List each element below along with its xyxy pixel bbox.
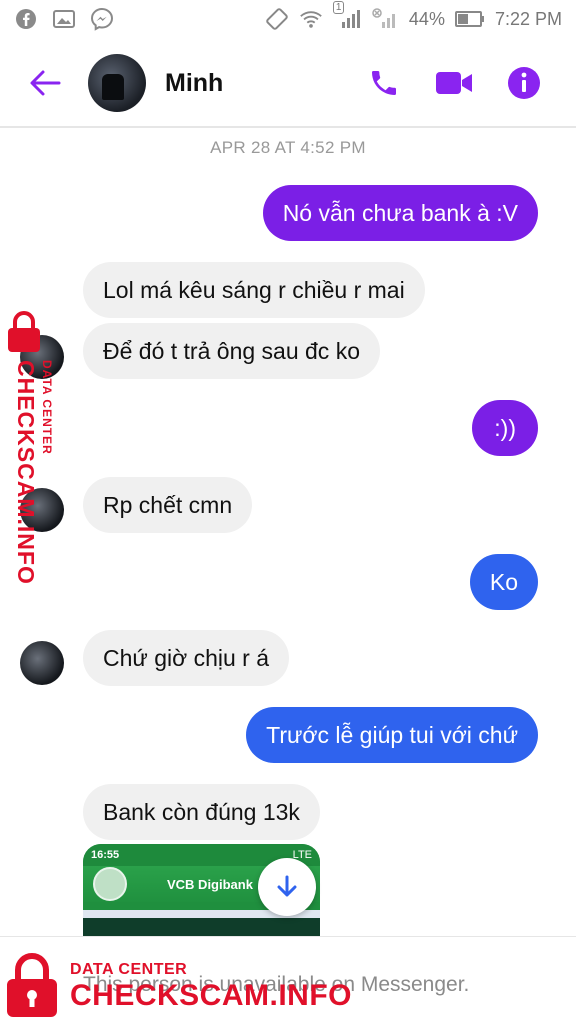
- message-bubble-incoming[interactable]: Bank còn đúng 13k: [83, 784, 320, 840]
- battery-icon: [454, 7, 485, 31]
- watermark-small-text: DATA CENTER: [70, 961, 188, 978]
- info-icon: [508, 67, 540, 99]
- message-list[interactable]: APR 28 AT 4:52 PM Nó vẫn chưa bank à :V …: [0, 130, 576, 936]
- image-icon: [52, 7, 76, 31]
- phone-icon: [372, 71, 396, 95]
- watermark-small-text: DATA CENTER: [40, 360, 54, 455]
- message-bubble-outgoing[interactable]: :)): [472, 400, 538, 456]
- video-camera-icon: [436, 72, 472, 94]
- wifi-icon: [299, 7, 323, 31]
- message-bubble-incoming[interactable]: Để đó t trả ông sau đc ko: [83, 323, 380, 379]
- status-bar: 1 44% 7:22 PM: [0, 0, 576, 38]
- sender-avatar[interactable]: [20, 641, 64, 685]
- lock-icon: [7, 953, 57, 1017]
- message-bubble-outgoing[interactable]: Trước lễ giúp tui với chứ: [246, 707, 538, 763]
- message-bubble-incoming[interactable]: Chứ giờ chịu r á: [83, 630, 289, 686]
- lock-icon: [8, 311, 40, 352]
- info-button[interactable]: [504, 63, 544, 103]
- signal-sim2-icon: [371, 7, 399, 31]
- message-bubble-incoming[interactable]: Rp chết cmn: [83, 477, 253, 533]
- timestamp: APR 28 AT 4:52 PM: [210, 138, 366, 157]
- user-icon: [93, 867, 127, 901]
- watermark-side: CHECKSCAM.INFO DATA CENTER: [4, 310, 64, 590]
- sim-badge: 1: [332, 1, 345, 14]
- rotate-icon: [265, 7, 289, 31]
- preview-time: 16:55: [91, 849, 120, 861]
- arrow-down-icon: [277, 875, 297, 897]
- back-button[interactable]: [20, 58, 70, 108]
- facebook-icon: [14, 7, 38, 31]
- signal-sim1-icon: 1: [332, 1, 361, 31]
- messenger-icon: [90, 7, 114, 31]
- message-bubble-incoming[interactable]: Lol má kêu sáng r chiều r mai: [83, 262, 425, 318]
- clock: 7:22 PM: [494, 8, 562, 29]
- arrow-left-icon: [30, 70, 61, 96]
- video-call-button[interactable]: [434, 63, 474, 103]
- watermark-big-text: CHECKSCAM.INFO: [70, 979, 352, 1012]
- conversation-header: Minh: [0, 40, 576, 128]
- watermark-big-text: CHECKSCAM.INFO: [13, 360, 39, 585]
- message-bubble-outgoing[interactable]: Nó vẫn chưa bank à :V: [262, 185, 538, 241]
- composer-unavailable: This person is unavailable on Messenger.…: [0, 936, 576, 1024]
- download-button[interactable]: [258, 858, 316, 916]
- contact-avatar[interactable]: [88, 54, 146, 112]
- voice-call-button[interactable]: [364, 63, 404, 103]
- preview-brand: VCB Digibank: [167, 876, 253, 892]
- battery-percent: 44%: [408, 8, 445, 29]
- message-bubble-outgoing[interactable]: Ko: [469, 554, 538, 610]
- contact-name[interactable]: Minh: [165, 69, 223, 98]
